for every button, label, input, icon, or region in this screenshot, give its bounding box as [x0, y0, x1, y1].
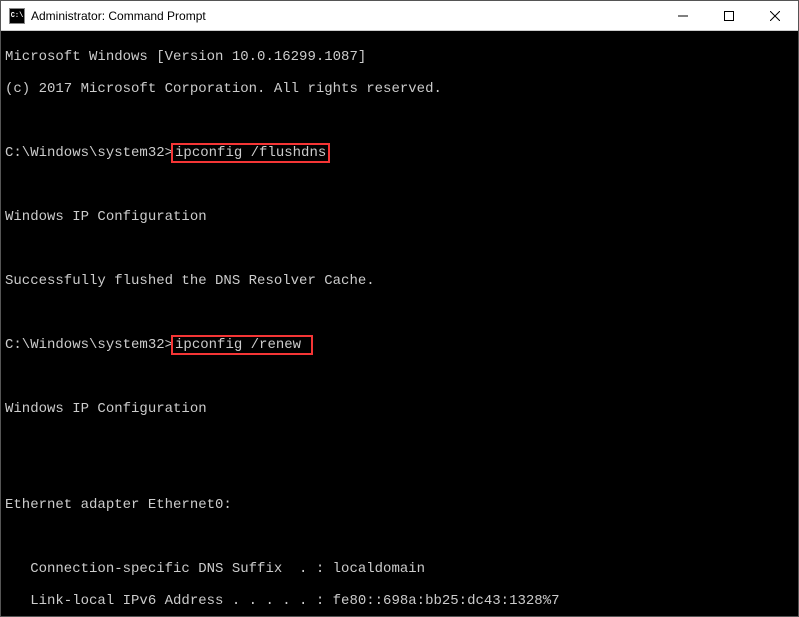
blank-line [5, 369, 794, 385]
blank-line [5, 529, 794, 545]
close-button[interactable] [752, 1, 798, 30]
prompt-path: C:\Windows\system32> [5, 145, 173, 161]
maximize-icon [724, 11, 734, 21]
ethernet-adapter-header: Ethernet adapter Ethernet0: [5, 497, 794, 513]
prompt-line-2: C:\Windows\system32>ipconfig /renew [5, 337, 794, 353]
dns-suffix-line: Connection-specific DNS Suffix . : local… [5, 561, 794, 577]
blank-line [5, 433, 794, 449]
blank-line [5, 113, 794, 129]
cmd-renew-highlight: ipconfig /renew [171, 335, 313, 355]
cmd-window: C:\ Administrator: Command Prompt Micros… [0, 0, 799, 617]
blank-line [5, 241, 794, 257]
ipv6-linklocal-line: Link-local IPv6 Address . . . . . : fe80… [5, 593, 794, 609]
ipconfig-header: Windows IP Configuration [5, 401, 794, 417]
copyright-line: (c) 2017 Microsoft Corporation. All righ… [5, 81, 794, 97]
close-icon [770, 11, 780, 21]
maximize-button[interactable] [706, 1, 752, 30]
minimize-button[interactable] [660, 1, 706, 30]
blank-line [5, 465, 794, 481]
ipconfig-header: Windows IP Configuration [5, 209, 794, 225]
cmd-icon: C:\ [9, 8, 25, 24]
prompt-line-1: C:\Windows\system32>ipconfig /flushdns [5, 145, 794, 161]
window-title: Administrator: Command Prompt [31, 9, 660, 23]
window-controls [660, 1, 798, 30]
flush-success: Successfully flushed the DNS Resolver Ca… [5, 273, 794, 289]
terminal-output[interactable]: Microsoft Windows [Version 10.0.16299.10… [1, 31, 798, 616]
cmd-flushdns-highlight: ipconfig /flushdns [171, 143, 330, 163]
blank-line [5, 177, 794, 193]
version-line: Microsoft Windows [Version 10.0.16299.10… [5, 49, 794, 65]
blank-line [5, 305, 794, 321]
titlebar[interactable]: C:\ Administrator: Command Prompt [1, 1, 798, 31]
prompt-path: C:\Windows\system32> [5, 337, 173, 353]
minimize-icon [678, 11, 688, 21]
